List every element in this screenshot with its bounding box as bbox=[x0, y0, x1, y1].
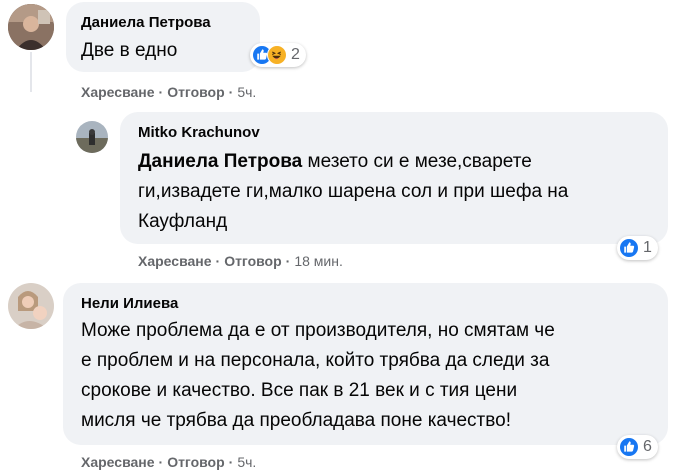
reaction-count: 6 bbox=[643, 438, 652, 455]
comment-mitko: Mitko Krachunov Даниела Петрова мезето с… bbox=[0, 110, 676, 280]
avatar[interactable] bbox=[8, 283, 54, 329]
avatar[interactable] bbox=[76, 121, 108, 153]
avatar-photo-icon bbox=[8, 4, 54, 50]
timestamp[interactable]: 18 мин. bbox=[294, 253, 343, 269]
reply-button[interactable]: Отговор bbox=[224, 253, 281, 269]
comment-text-line: Даниела Петрова мезето си е мезе,сварете bbox=[138, 147, 658, 177]
comment-actions: Харесване · Отговор · 18 мин. bbox=[138, 253, 343, 269]
comment-text-line: Кауфланд bbox=[138, 211, 228, 232]
timestamp[interactable]: 5ч. bbox=[237, 454, 256, 470]
timestamp[interactable]: 5ч. bbox=[237, 84, 256, 100]
like-icon bbox=[619, 437, 639, 457]
haha-icon bbox=[267, 45, 287, 65]
reply-button[interactable]: Отговор bbox=[167, 84, 224, 100]
separator: · bbox=[215, 253, 221, 269]
like-button[interactable]: Харесване bbox=[138, 253, 212, 269]
avatar-photo-icon bbox=[8, 283, 54, 329]
reaction-summary[interactable]: 1 bbox=[617, 236, 658, 260]
separator: · bbox=[285, 253, 291, 269]
comment-text-fragment: мезето си е мезе,сварете bbox=[302, 151, 532, 172]
avatar-photo-icon bbox=[76, 121, 108, 153]
separator: · bbox=[228, 454, 234, 470]
reaction-summary[interactable]: 2 bbox=[250, 43, 306, 67]
comment-text-line: срокове и качество. Все пак в 21 век и с… bbox=[81, 380, 518, 401]
comment-actions: Харесване · Отговор · 5ч. bbox=[81, 454, 256, 470]
comment-text: Може проблема да е от производителя, но … bbox=[81, 316, 661, 436]
comment-neli: Нели Илиева Може проблема да е от произв… bbox=[0, 280, 676, 474]
comment-text-line: е проблем и на персонала, който трябва д… bbox=[81, 350, 550, 371]
separator: · bbox=[228, 84, 234, 100]
reaction-count: 2 bbox=[291, 46, 300, 63]
comment-author[interactable]: Mitko Krachunov bbox=[138, 124, 260, 141]
comment-author[interactable]: Даниела Петрова bbox=[81, 14, 211, 31]
mention-link[interactable]: Даниела Петрова bbox=[138, 151, 302, 172]
comment-text: Две в едно bbox=[81, 40, 178, 61]
reaction-count: 1 bbox=[643, 239, 652, 256]
comment-text-line: Може проблема да е от производителя, но … bbox=[81, 320, 555, 341]
comment-daniela: Даниела Петрова Две в едно 2 Харесване · О… bbox=[0, 0, 676, 110]
like-icon bbox=[619, 238, 639, 258]
comment-text-line: ги,извадете ги,малко шарена сол и при ше… bbox=[138, 181, 569, 202]
comment-author[interactable]: Нели Илиева bbox=[81, 295, 178, 312]
separator: · bbox=[158, 454, 164, 470]
reply-thread-line bbox=[30, 52, 32, 92]
avatar[interactable] bbox=[8, 4, 54, 50]
comment-actions: Харесване · Отговор · 5ч. bbox=[81, 84, 256, 100]
comment-text: Даниела Петрова мезето си е мезе,сварете… bbox=[138, 147, 658, 237]
reply-button[interactable]: Отговор bbox=[167, 454, 224, 470]
like-button[interactable]: Харесване bbox=[81, 84, 155, 100]
separator: · bbox=[158, 84, 164, 100]
reaction-summary[interactable]: 6 bbox=[617, 435, 658, 459]
comment-text-line: мисля че трябва да преобладава поне каче… bbox=[81, 410, 511, 431]
like-button[interactable]: Харесване bbox=[81, 454, 155, 470]
